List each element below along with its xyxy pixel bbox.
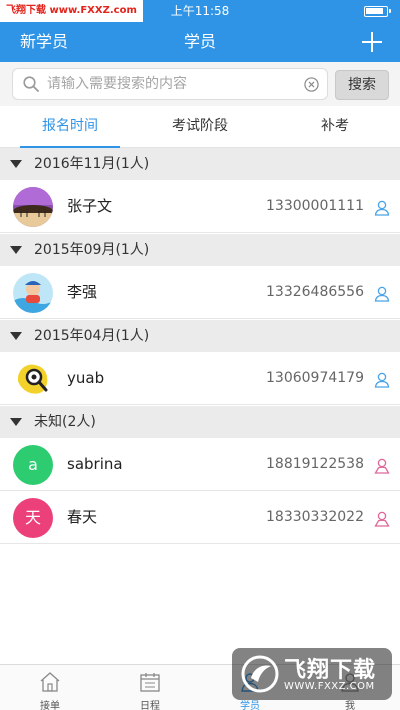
watermark-url: WWW.FXXZ.COM bbox=[284, 681, 375, 692]
male-person-icon[interactable] bbox=[374, 372, 390, 388]
new-students-button[interactable]: 新学员 bbox=[20, 22, 68, 62]
student-row[interactable]: a sabrina 18819122538 bbox=[0, 438, 400, 491]
group-header[interactable]: 未知(2人) bbox=[0, 406, 400, 438]
student-row[interactable]: 李强 13326486556 bbox=[0, 266, 400, 319]
search-box bbox=[12, 68, 328, 100]
student-row[interactable]: yuab 13060974179 bbox=[0, 352, 400, 405]
tab-retake[interactable]: 补考 bbox=[290, 106, 380, 148]
tab-label: 补考 bbox=[321, 118, 349, 134]
bottom-tab-orders[interactable]: 接单 bbox=[0, 665, 100, 710]
avatar: a bbox=[13, 445, 53, 485]
student-name: sabrina bbox=[67, 455, 123, 473]
group-header[interactable]: 2016年11月(1人) bbox=[0, 148, 400, 180]
collapse-triangle-icon bbox=[10, 246, 22, 254]
student-phone[interactable]: 18819122538 bbox=[266, 438, 364, 491]
battery-icon bbox=[364, 6, 391, 17]
status-time: 上午11:58 bbox=[170, 4, 230, 18]
group-header[interactable]: 2015年04月(1人) bbox=[0, 320, 400, 352]
student-phone[interactable]: 13300001111 bbox=[266, 180, 364, 233]
watermark-overlay: 飞翔下载 WWW.FXXZ.COM bbox=[232, 648, 392, 700]
collapse-triangle-icon bbox=[10, 332, 22, 340]
female-person-icon[interactable] bbox=[374, 458, 390, 474]
student-name: 春天 bbox=[67, 508, 98, 526]
student-row[interactable]: 张子文 13300001111 bbox=[0, 180, 400, 233]
bottom-tab-schedule[interactable]: 日程 bbox=[100, 665, 200, 710]
student-phone[interactable]: 13060974179 bbox=[266, 352, 364, 405]
search-area: 搜索 bbox=[0, 62, 400, 106]
student-phone[interactable]: 18330332022 bbox=[266, 491, 364, 544]
student-row[interactable]: 天 春天 18330332022 bbox=[0, 491, 400, 544]
student-name: 张子文 bbox=[67, 197, 113, 215]
student-name: yuab bbox=[67, 369, 105, 387]
tab-registration-time[interactable]: 报名时间 bbox=[20, 106, 120, 149]
search-icon bbox=[23, 76, 39, 92]
calendar-icon bbox=[140, 673, 160, 692]
student-name: 李强 bbox=[67, 283, 98, 301]
watermark-title: 飞翔下载 bbox=[284, 658, 377, 683]
collapse-triangle-icon bbox=[10, 160, 22, 168]
female-person-icon[interactable] bbox=[374, 511, 390, 527]
bottom-tab-label: 日程 bbox=[140, 701, 160, 710]
group-label: 2015年09月(1人) bbox=[34, 242, 150, 258]
plus-icon[interactable] bbox=[362, 32, 382, 52]
search-button[interactable]: 搜索 bbox=[335, 70, 389, 100]
group-label: 2016年11月(1人) bbox=[34, 156, 150, 172]
male-person-icon[interactable] bbox=[374, 286, 390, 302]
avatar bbox=[13, 359, 53, 399]
tab-label: 报名时间 bbox=[42, 118, 98, 134]
collapse-triangle-icon bbox=[10, 418, 22, 426]
bottom-tab-label: 接单 bbox=[40, 701, 60, 710]
tab-bar: 报名时间 考试阶段 补考 bbox=[0, 106, 400, 149]
status-bar: 飞翔下载 www.FXXZ.com 上午11:58 bbox=[0, 0, 400, 22]
avatar: 天 bbox=[13, 498, 53, 538]
clear-icon[interactable] bbox=[304, 77, 319, 92]
avatar bbox=[13, 273, 53, 313]
tab-exam-stage[interactable]: 考试阶段 bbox=[150, 106, 250, 148]
male-person-icon[interactable] bbox=[374, 200, 390, 216]
search-input[interactable] bbox=[47, 73, 297, 95]
group-label: 未知(2人) bbox=[34, 414, 96, 430]
avatar bbox=[13, 187, 53, 227]
group-label: 2015年04月(1人) bbox=[34, 328, 150, 344]
tab-label: 考试阶段 bbox=[172, 118, 228, 134]
student-phone[interactable]: 13326486556 bbox=[266, 266, 364, 319]
group-header[interactable]: 2015年09月(1人) bbox=[0, 234, 400, 266]
nav-bar: 新学员 学员 bbox=[0, 22, 400, 62]
home-icon bbox=[40, 672, 60, 692]
watermark-logo-icon bbox=[241, 655, 279, 693]
